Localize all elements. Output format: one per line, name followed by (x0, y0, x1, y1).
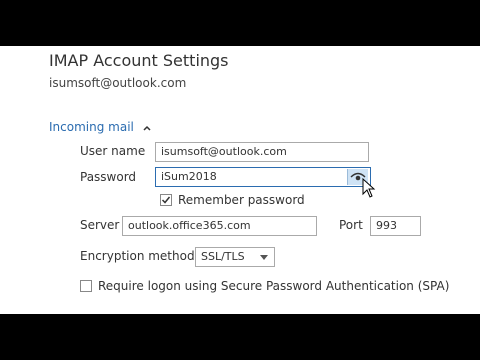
port-field[interactable]: 993 (370, 216, 421, 236)
username-field[interactable]: isumsoft@outlook.com (155, 142, 369, 162)
spa-label: Require logon using Secure Password Auth… (98, 279, 450, 293)
chevron-down-icon (260, 255, 268, 260)
account-email: isumsoft@outlook.com (49, 76, 187, 90)
password-label: Password (80, 170, 137, 184)
port-label: Port (339, 218, 363, 232)
encryption-method-select[interactable]: SSL/TLS (195, 247, 275, 267)
username-label: User name (80, 144, 146, 158)
incoming-mail-toggle[interactable]: Incoming mail (49, 120, 152, 134)
server-field[interactable]: outlook.office365.com (122, 216, 317, 236)
encryption-method-label: Encryption method (80, 249, 195, 263)
encryption-method-value: SSL/TLS (201, 250, 245, 263)
mouse-pointer-icon (362, 178, 376, 198)
chevron-up-icon (143, 125, 151, 131)
spa-checkbox[interactable] (80, 280, 92, 292)
server-label: Server (80, 218, 120, 232)
password-field[interactable]: iSum2018 (155, 167, 371, 187)
checkmark-icon (161, 196, 171, 204)
remember-password-label: Remember password (178, 193, 305, 207)
password-value: iSum2018 (161, 170, 217, 183)
remember-password-checkbox[interactable] (160, 194, 172, 206)
account-settings-panel: IMAP Account Settings isumsoft@outlook.c… (0, 46, 480, 314)
incoming-mail-label: Incoming mail (49, 120, 134, 134)
page-title: IMAP Account Settings (49, 51, 229, 70)
